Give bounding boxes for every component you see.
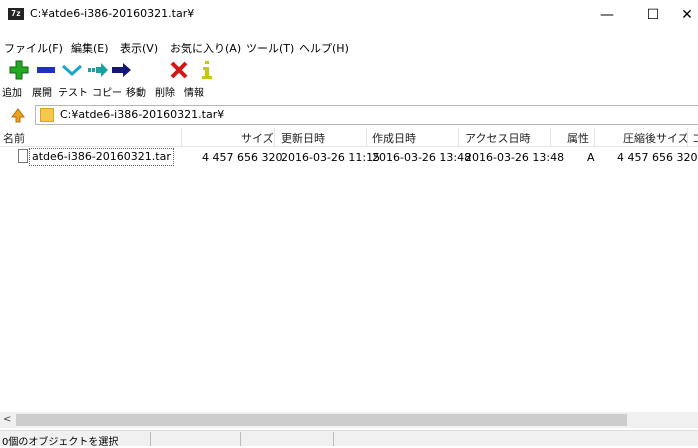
- file-attributes: A: [587, 151, 595, 164]
- column-divider: [550, 128, 551, 146]
- scroll-left-button[interactable]: <: [3, 412, 13, 428]
- status-bar: 0個のオブジェクトを選択: [0, 430, 698, 448]
- list-header: 名前 サイズ 更新日時 作成日時 アクセス日時 属性 圧縮後サイズ コ: [0, 128, 698, 147]
- close-button[interactable]: ✕: [676, 0, 698, 30]
- column-header-packed-size[interactable]: 圧縮後サイズ: [623, 130, 689, 146]
- column-header-created[interactable]: 作成日時: [372, 130, 416, 146]
- file-icon: [18, 149, 28, 163]
- menu-view[interactable]: 表示(V): [120, 40, 158, 56]
- toolbar-label-info: 情報: [184, 88, 204, 99]
- move-icon: [112, 63, 131, 77]
- menu-edit[interactable]: 編集(E): [71, 40, 109, 56]
- path-input[interactable]: C:¥atde6-i386-20160321.tar¥: [35, 105, 698, 125]
- window-title: C:¥atde6-i386-20160321.tar¥: [30, 7, 195, 20]
- toolbar-label-copy: コピー: [92, 88, 122, 99]
- toolbar-label-add: 追加: [2, 88, 22, 99]
- folder-icon: [40, 108, 54, 122]
- toolbar: 追加 展開 テスト コピー 移動 削除 情報: [0, 58, 698, 100]
- column-divider: [181, 128, 182, 146]
- column-header-name[interactable]: 名前: [3, 130, 25, 146]
- toolbar-label-test: テスト: [58, 88, 88, 99]
- status-divider: [150, 432, 151, 446]
- add-icon: [9, 60, 29, 80]
- address-bar: C:¥atde6-i386-20160321.tar¥: [0, 104, 698, 126]
- info-icon: [202, 61, 212, 79]
- toolbar-label-delete: 削除: [155, 88, 175, 99]
- menu-favorites[interactable]: お気に入り(A): [170, 40, 241, 56]
- column-header-accessed[interactable]: アクセス日時: [465, 130, 530, 146]
- app-icon: 7z: [8, 8, 24, 20]
- column-divider: [458, 128, 459, 146]
- file-name[interactable]: atde6-i386-20160321.tar: [29, 148, 174, 166]
- minimize-button[interactable]: —: [587, 0, 627, 30]
- copy-icon: [88, 63, 108, 77]
- menu-help[interactable]: ヘルプ(H): [299, 40, 349, 56]
- column-divider: [366, 128, 367, 146]
- menu-tools[interactable]: ツール(T): [246, 40, 294, 56]
- scroll-thumb[interactable]: [16, 414, 627, 426]
- file-packed-size: 4 457 656 320: [617, 151, 698, 164]
- delete-icon: [170, 61, 188, 79]
- column-header-attributes[interactable]: 属性: [567, 130, 589, 146]
- file-modified: 2016-03-26 11:15: [281, 151, 381, 164]
- path-text: C:¥atde6-i386-20160321.tar¥: [60, 108, 225, 121]
- file-accessed: 2016-03-26 13:48: [465, 151, 565, 164]
- maximize-button[interactable]: ☐: [633, 0, 673, 30]
- column-divider: [594, 128, 595, 146]
- up-folder-icon[interactable]: [10, 107, 26, 123]
- extract-icon: [37, 67, 55, 73]
- horizontal-scrollbar[interactable]: <: [0, 412, 698, 428]
- menu-file[interactable]: ファイル(F): [4, 40, 63, 56]
- file-row[interactable]: atde6-i386-20160321.tar 4 457 656 320 20…: [0, 148, 698, 166]
- file-created: 2016-03-26 13:48: [372, 151, 472, 164]
- file-size: 4 457 656 320: [202, 151, 283, 164]
- column-header-comment[interactable]: コ: [692, 130, 698, 146]
- column-divider: [687, 128, 688, 146]
- toolbar-label-move: 移動: [126, 88, 146, 99]
- column-header-size[interactable]: サイズ: [241, 130, 274, 146]
- column-divider: [274, 128, 275, 146]
- menu-bar: ファイル(F) 編集(E) 表示(V) お気に入り(A) ツール(T) ヘルプ(…: [0, 37, 698, 57]
- file-list: 名前 サイズ 更新日時 作成日時 アクセス日時 属性 圧縮後サイズ コ atde…: [0, 128, 698, 412]
- status-divider: [240, 432, 241, 446]
- title-bar: 7z C:¥atde6-i386-20160321.tar¥ — ☐ ✕: [0, 0, 698, 30]
- toolbar-label-extract: 展開: [32, 88, 52, 99]
- column-header-modified[interactable]: 更新日時: [281, 130, 325, 146]
- test-icon: [62, 64, 82, 77]
- status-divider: [333, 432, 334, 446]
